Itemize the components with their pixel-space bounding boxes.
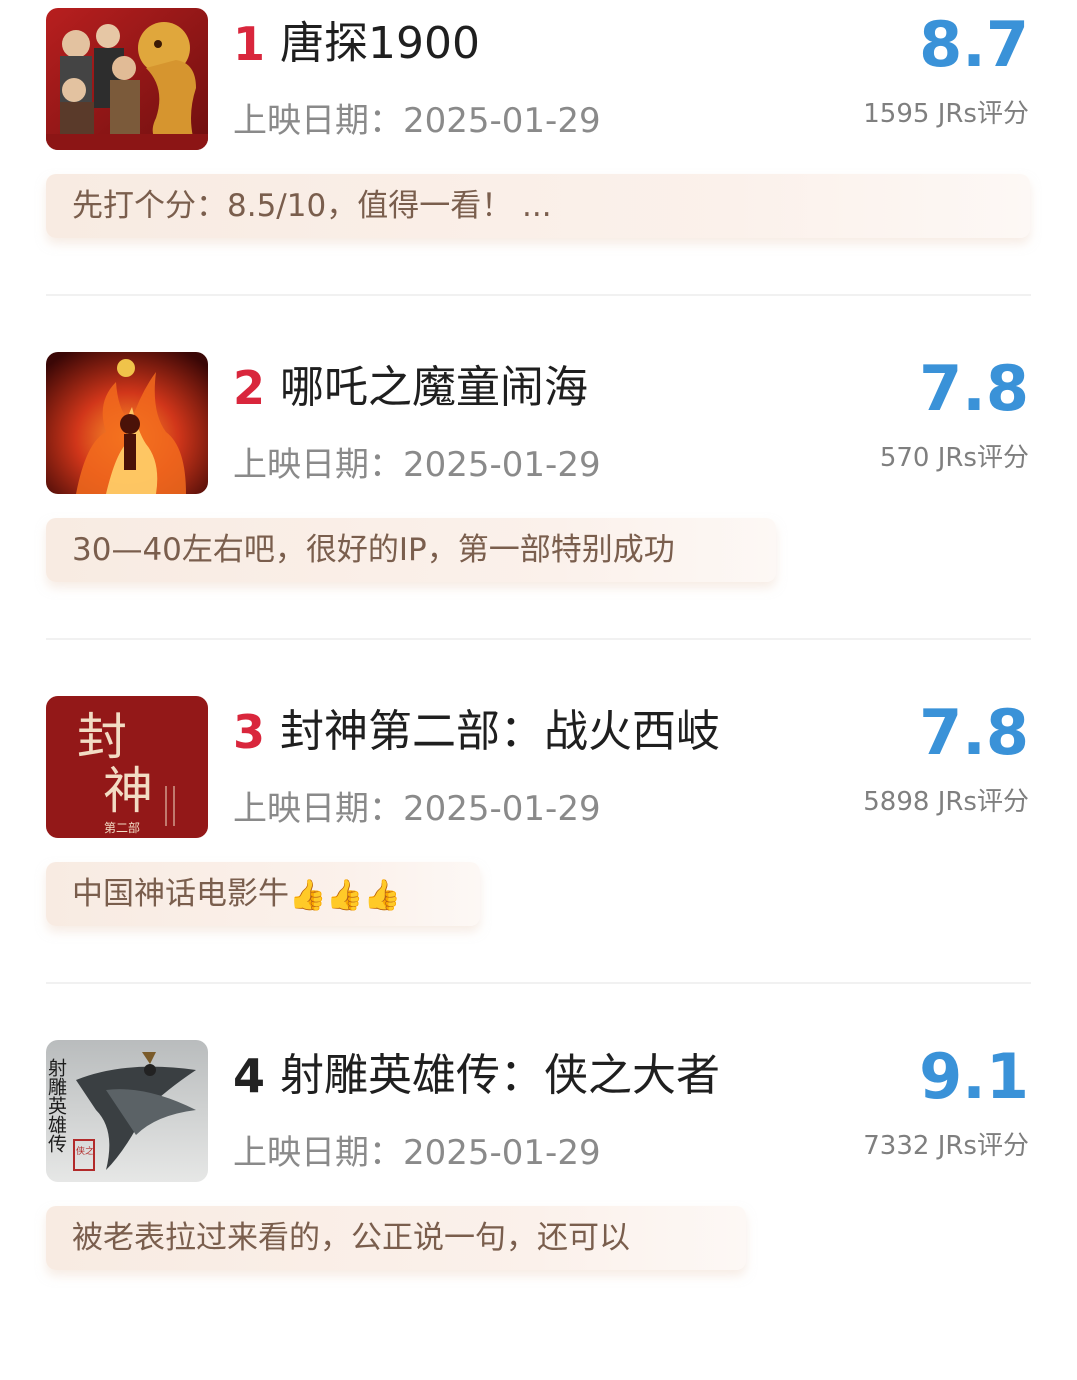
poster-character-2: 神	[103, 762, 153, 820]
comment-text: 中国神话电影牛	[72, 876, 289, 912]
release-date-value: 2025-01-29	[403, 789, 601, 829]
score: 9.1	[919, 1040, 1029, 1113]
ratings-suffix: 评分	[976, 443, 1029, 473]
comment-text: 被老表拉过来看的，公正说一句，还可以	[72, 1220, 630, 1256]
movie-title[interactable]: 封神第二部：战火西岐	[280, 702, 720, 762]
comment-text: 先打个分：8.5/10，值得一看！ ...	[72, 188, 552, 224]
ratings-count: 570 JRs评分	[880, 440, 1029, 476]
movie-title[interactable]: 射雕英雄传：侠之大者	[280, 1046, 720, 1106]
release-date-value: 2025-01-29	[403, 1133, 601, 1173]
thumbs-up-icon: 👍👍👍	[289, 877, 402, 913]
ratings-count: 5898 JRs评分	[863, 784, 1029, 820]
ratings-count-value: 570 JRs	[879, 443, 977, 473]
movie-item-2[interactable]: 2 哪吒之魔童闹海 上映日期：2025-01-29 7.8 570 JRs评分 …	[0, 348, 1077, 692]
movie-title[interactable]: 唐探1900	[280, 14, 480, 74]
release-label: 上映日期：	[233, 101, 403, 141]
score: 7.8	[919, 352, 1029, 425]
poster-subtitle: 第二部	[104, 820, 140, 835]
poster-character-1: 封	[77, 708, 127, 766]
release-label: 上映日期：	[233, 1133, 403, 1173]
ratings-suffix: 评分	[976, 787, 1029, 817]
comment-bubble[interactable]: 中国神话电影牛👍👍👍	[46, 862, 480, 926]
ratings-count: 7332 JRs评分	[863, 1128, 1029, 1164]
poster-tangtan-1900-icon[interactable]	[46, 8, 208, 150]
comment-text: 30—40左右吧，很好的IP，第一部特别成功	[72, 532, 675, 568]
divider	[46, 294, 1031, 296]
release-label: 上映日期：	[233, 789, 403, 829]
movie-item-4[interactable]: 射雕英雄传 侠之 4 射雕英雄传：侠之大者 上映日期：2025-01-29 9.…	[0, 1036, 1077, 1380]
rank-number: 2	[233, 361, 266, 415]
rank-number: 4	[233, 1049, 266, 1103]
ratings-suffix: 评分	[976, 1131, 1029, 1161]
comment-bubble[interactable]: 被老表拉过来看的，公正说一句，还可以	[46, 1206, 746, 1270]
divider	[46, 638, 1031, 640]
movie-title[interactable]: 哪吒之魔童闹海	[280, 358, 588, 418]
score: 8.7	[919, 8, 1029, 81]
ratings-count-value: 5898 JRs	[863, 787, 977, 817]
poster-nezha-icon[interactable]	[46, 352, 208, 494]
movie-item-3[interactable]: 封 神 第二部 3 封神第二部：战火西岐 上映日期：2025-01-29 7.8…	[0, 692, 1077, 1036]
release-date: 上映日期：2025-01-29	[233, 1130, 601, 1176]
comment-bubble[interactable]: 30—40左右吧，很好的IP，第一部特别成功	[46, 518, 776, 582]
ratings-count: 1595 JRs评分	[863, 96, 1029, 132]
ratings-count-value: 7332 JRs	[863, 1131, 977, 1161]
release-date: 上映日期：2025-01-29	[233, 442, 601, 488]
poster-shediao-icon[interactable]: 射雕英雄传 侠之	[46, 1040, 208, 1182]
ratings-count-value: 1595 JRs	[863, 99, 977, 129]
release-date-value: 2025-01-29	[403, 101, 601, 141]
comment-bubble[interactable]: 先打个分：8.5/10，值得一看！ ...	[46, 174, 1030, 238]
release-label: 上映日期：	[233, 445, 403, 485]
score: 7.8	[919, 696, 1029, 769]
rank-number: 1	[233, 17, 266, 71]
ratings-suffix: 评分	[976, 99, 1029, 129]
poster-vertical-title: 射雕英雄传	[46, 1058, 67, 1153]
movie-rating-list: 1 唐探1900 上映日期：2025-01-29 8.7 1595 JRs评分 …	[0, 0, 1077, 1305]
release-date-value: 2025-01-29	[403, 445, 601, 485]
movie-item-1[interactable]: 1 唐探1900 上映日期：2025-01-29 8.7 1595 JRs评分 …	[0, 4, 1077, 348]
poster-seal: 侠之	[76, 1145, 94, 1157]
poster-fengshen-icon[interactable]: 封 神 第二部	[46, 696, 208, 838]
divider	[46, 982, 1031, 984]
release-date: 上映日期：2025-01-29	[233, 98, 601, 144]
release-date: 上映日期：2025-01-29	[233, 786, 601, 832]
rank-number: 3	[233, 705, 266, 759]
